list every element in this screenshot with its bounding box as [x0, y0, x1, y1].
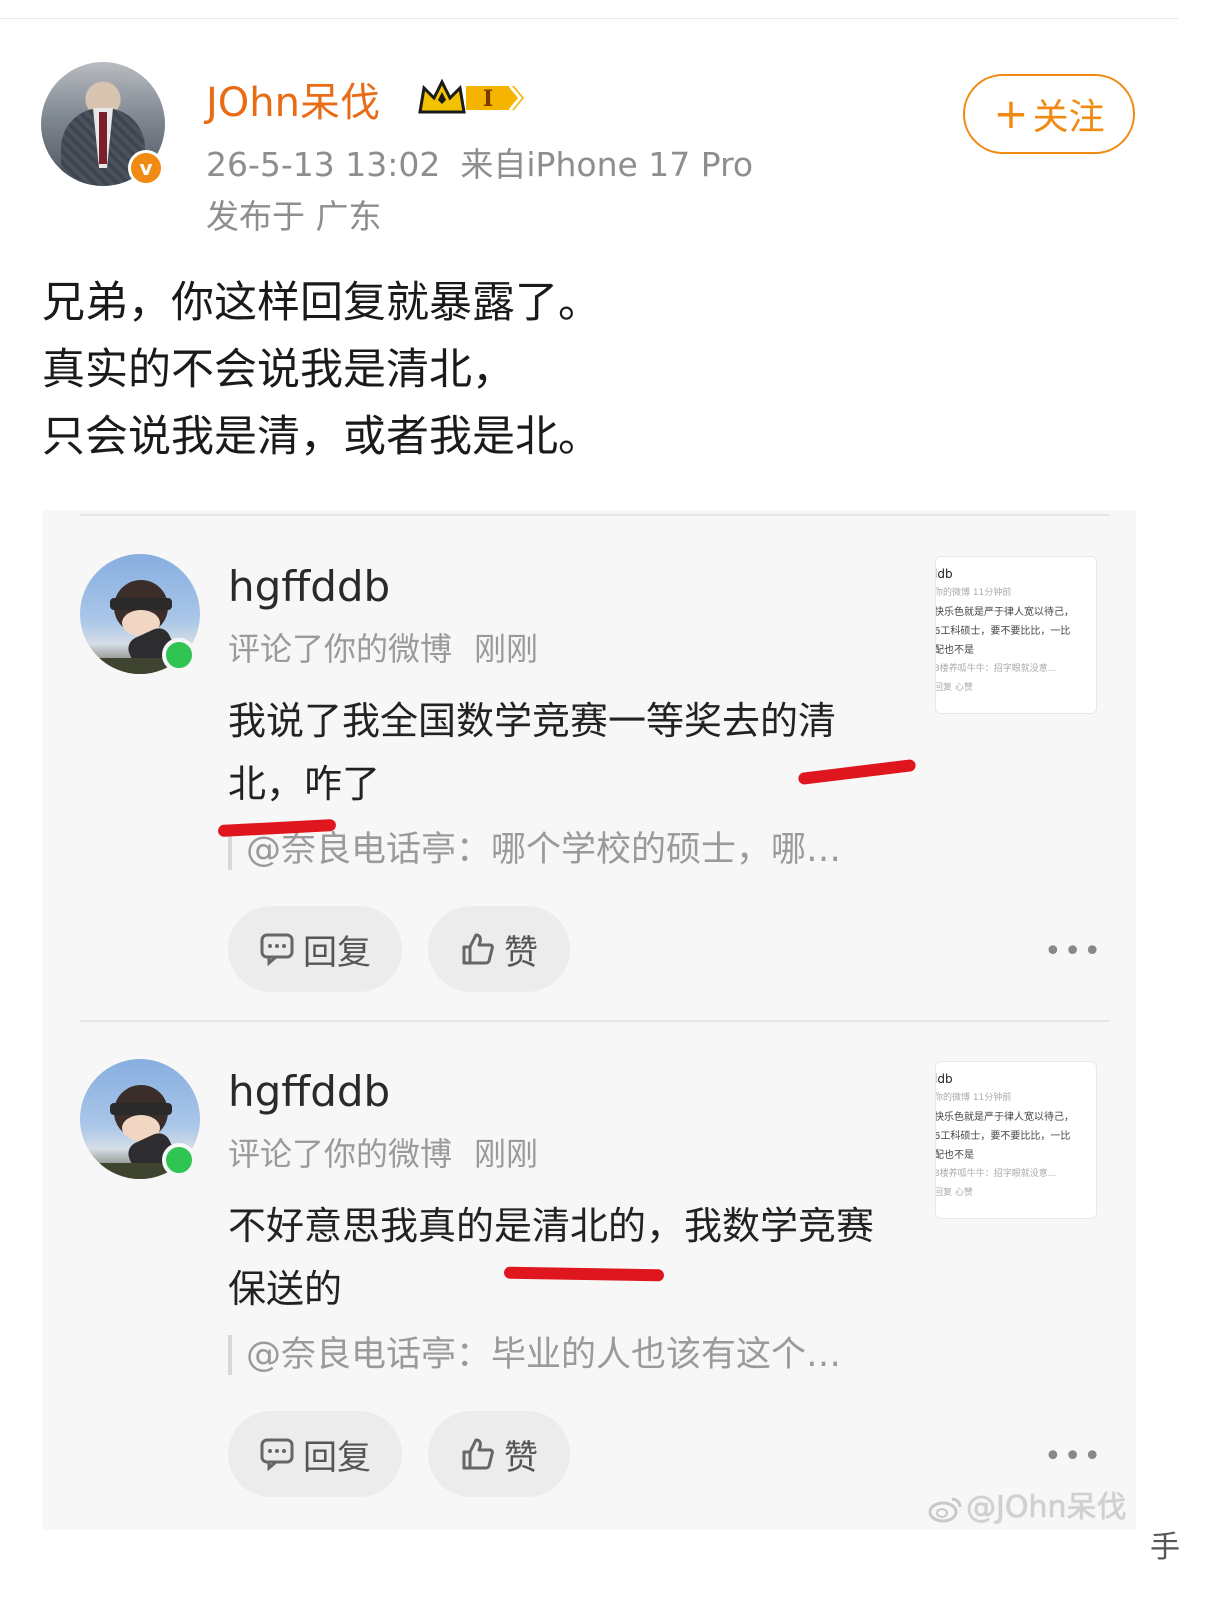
- post-body: 兄弟，你这样回复就暴露了。 真实的不会说我是清北， 只会说我是清，或者我是北。: [42, 270, 601, 471]
- thumb-line: 快乐色就是严于律人宽以待己，: [935, 607, 1074, 618]
- post-line: 真实的不会说我是清北，: [42, 345, 515, 395]
- comment-meta: 评论了你的微博 刚刚: [228, 624, 538, 670]
- online-status-icon: [162, 1143, 196, 1177]
- comment-action: 评论了你的微博: [228, 1135, 453, 1173]
- thumb-line: 配也不是: [935, 1150, 974, 1161]
- comment-bubble-icon: [260, 1438, 294, 1471]
- thumb-quote: 3楼养呱牛牛：招字眼就没意...: [935, 1169, 1057, 1179]
- comment-bubble-icon: [260, 933, 294, 966]
- like-label: 赞: [504, 1437, 538, 1478]
- more-dots-icon[interactable]: •••: [1044, 1439, 1101, 1474]
- thumb-meta: 你的微博 11分钟前: [935, 588, 1012, 598]
- post-meta: 26-5-13 13:02 来自iPhone 17 Pro: [206, 138, 753, 186]
- comment-time: 刚刚: [474, 1135, 539, 1173]
- thumb-title: ldb: [935, 1072, 953, 1086]
- comment-item: hgffddb 评论了你的微博 刚刚 不好意思我真的是清北的，我数学竞赛保送的 @…: [42, 1015, 1136, 1515]
- cropped-text-fragment: 手: [1150, 1530, 1180, 1565]
- reply-label: 回复: [303, 932, 371, 973]
- follow-button[interactable]: + 关注: [963, 74, 1135, 154]
- follow-label: 关注: [1032, 97, 1105, 138]
- attached-image-thumbnail[interactable]: ldb 你的微博 11分钟前 快乐色就是严于律人宽以待己， 6工科硕士，要不要比…: [935, 1061, 1097, 1219]
- thumb-line: 配也不是: [935, 645, 974, 656]
- comment-item: hgffddb 评论了你的微博 刚刚 我说了我全国数学竞赛一等奖去的清北，咋了 @…: [42, 510, 1136, 1010]
- thumb-quote: 3楼养呱牛牛：招字眼就没意...: [935, 664, 1057, 674]
- thumb-actions: 回复 心赞: [935, 683, 973, 693]
- commenter-name[interactable]: hgffddb: [228, 1067, 390, 1116]
- commenter-name[interactable]: hgffddb: [228, 562, 390, 611]
- comment-text: 不好意思我真的是清北的，我数学竞赛保送的: [228, 1204, 875, 1311]
- thumb-line: 6工科硕士，要不要比比，一比: [935, 626, 1071, 637]
- like-button[interactable]: 赞: [428, 1411, 570, 1497]
- weibo-logo-icon: [928, 1497, 962, 1522]
- reply-label: 回复: [303, 1437, 371, 1478]
- more-dots-icon[interactable]: •••: [1044, 934, 1101, 969]
- comment-time: 刚刚: [474, 630, 539, 668]
- like-button[interactable]: 赞: [428, 906, 570, 992]
- weibo-watermark: @JOhn呆伐: [928, 1482, 1127, 1526]
- reply-button[interactable]: 回复: [228, 1411, 402, 1497]
- comment-quote[interactable]: @奈良电话亭：毕业的人也该有这个…: [228, 1335, 841, 1375]
- thumb-actions: 回复 心赞: [935, 1188, 973, 1198]
- comment-quote[interactable]: @奈良电话亭：哪个学校的硕士，哪…: [228, 830, 841, 870]
- level-badge-text: I: [483, 86, 493, 112]
- attached-image-thumbnail[interactable]: ldb 你的微博 11分钟前 快乐色就是严于律人宽以待己， 6工科硕士，要不要比…: [935, 556, 1097, 714]
- post-line: 兄弟，你这样回复就暴露了。: [42, 278, 601, 328]
- embedded-comment-screenshot: hgffddb 评论了你的微博 刚刚 我说了我全国数学竞赛一等奖去的清北，咋了 @…: [42, 510, 1136, 1530]
- thumb-line: 6工科硕士，要不要比比，一比: [935, 1131, 1071, 1142]
- crown-badge-icon: I: [418, 78, 524, 114]
- thumb-title: ldb: [935, 567, 953, 581]
- comment-meta: 评论了你的微博 刚刚: [228, 1129, 538, 1175]
- author-name[interactable]: JOhn呆伐: [206, 70, 380, 128]
- reply-button[interactable]: 回复: [228, 906, 402, 992]
- comment-action: 评论了你的微博: [228, 630, 453, 668]
- post-source: 来自iPhone 17 Pro: [460, 145, 754, 184]
- online-status-icon: [162, 638, 196, 672]
- thumb-line: 快乐色就是严于律人宽以待己，: [935, 1112, 1074, 1123]
- thumb-meta: 你的微博 11分钟前: [935, 1093, 1012, 1103]
- post-time: 26-5-13 13:02: [206, 145, 441, 184]
- comment-text: 我说了我全国数学竞赛一等奖去的清北，咋了: [228, 699, 837, 806]
- plus-icon: +: [993, 89, 1029, 138]
- like-label: 赞: [504, 932, 538, 973]
- post-line: 只会说我是清，或者我是北。: [42, 412, 601, 462]
- watermark-text: @JOhn呆伐: [966, 1490, 1127, 1525]
- top-divider: [0, 18, 1178, 19]
- thumbs-up-icon: [462, 1438, 494, 1470]
- post-location: 发布于 广东: [206, 197, 382, 236]
- verified-v-icon: v: [128, 150, 164, 186]
- thumbs-up-icon: [462, 933, 494, 965]
